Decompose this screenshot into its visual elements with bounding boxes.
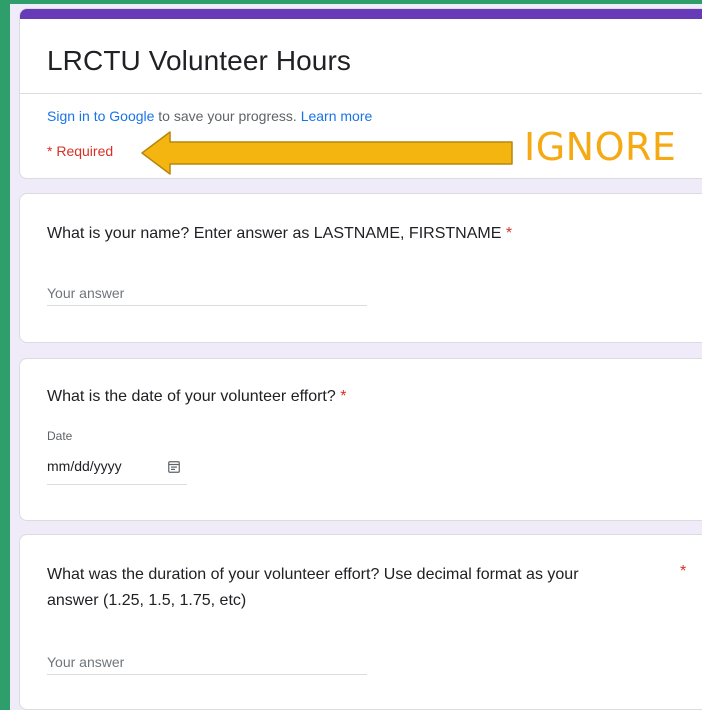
required-asterisk: * bbox=[340, 388, 347, 405]
form-title: LRCTU Volunteer Hours bbox=[47, 45, 352, 76]
window-left-border bbox=[0, 0, 10, 710]
signin-link[interactable]: Sign in to Google bbox=[47, 108, 154, 124]
required-note: * Required bbox=[47, 143, 114, 159]
question-title: What is your name? Enter answer as LASTN… bbox=[47, 222, 512, 246]
learn-more-link[interactable]: Learn more bbox=[301, 108, 373, 124]
date-value: mm/dd/yyyy bbox=[47, 458, 122, 474]
question-title: What is the date of your volunteer effor… bbox=[47, 385, 346, 409]
annotation-text: IGNORE bbox=[524, 125, 677, 169]
arrow-annotation-icon bbox=[141, 131, 513, 175]
window-top-border bbox=[0, 0, 702, 4]
signin-text: to save your progress. bbox=[154, 108, 301, 124]
name-answer-input[interactable] bbox=[47, 280, 367, 306]
required-asterisk: * bbox=[680, 563, 687, 580]
date-input[interactable]: mm/dd/yyyy bbox=[47, 453, 187, 485]
question-text-line-1: What was the duration of your volunteer … bbox=[47, 566, 579, 583]
question-card-date: What is the date of your volunteer effor… bbox=[19, 358, 702, 521]
signin-line: Sign in to Google to save your progress.… bbox=[47, 108, 372, 124]
date-label: Date bbox=[47, 429, 73, 443]
question-card-duration: What was the duration of your volunteer … bbox=[19, 534, 702, 710]
question-text: What is your name? Enter answer as LASTN… bbox=[47, 225, 502, 242]
duration-answer-input[interactable] bbox=[47, 649, 367, 675]
calendar-icon[interactable] bbox=[168, 460, 180, 473]
header-divider bbox=[20, 93, 702, 94]
header-accent-bar bbox=[20, 9, 702, 19]
question-card-name: What is your name? Enter answer as LASTN… bbox=[19, 193, 702, 343]
question-text-line-2: answer (1.25, 1.5, 1.75, etc) bbox=[47, 592, 247, 609]
required-asterisk: * bbox=[505, 225, 513, 242]
question-text: What is the date of your volunteer effor… bbox=[47, 388, 336, 405]
